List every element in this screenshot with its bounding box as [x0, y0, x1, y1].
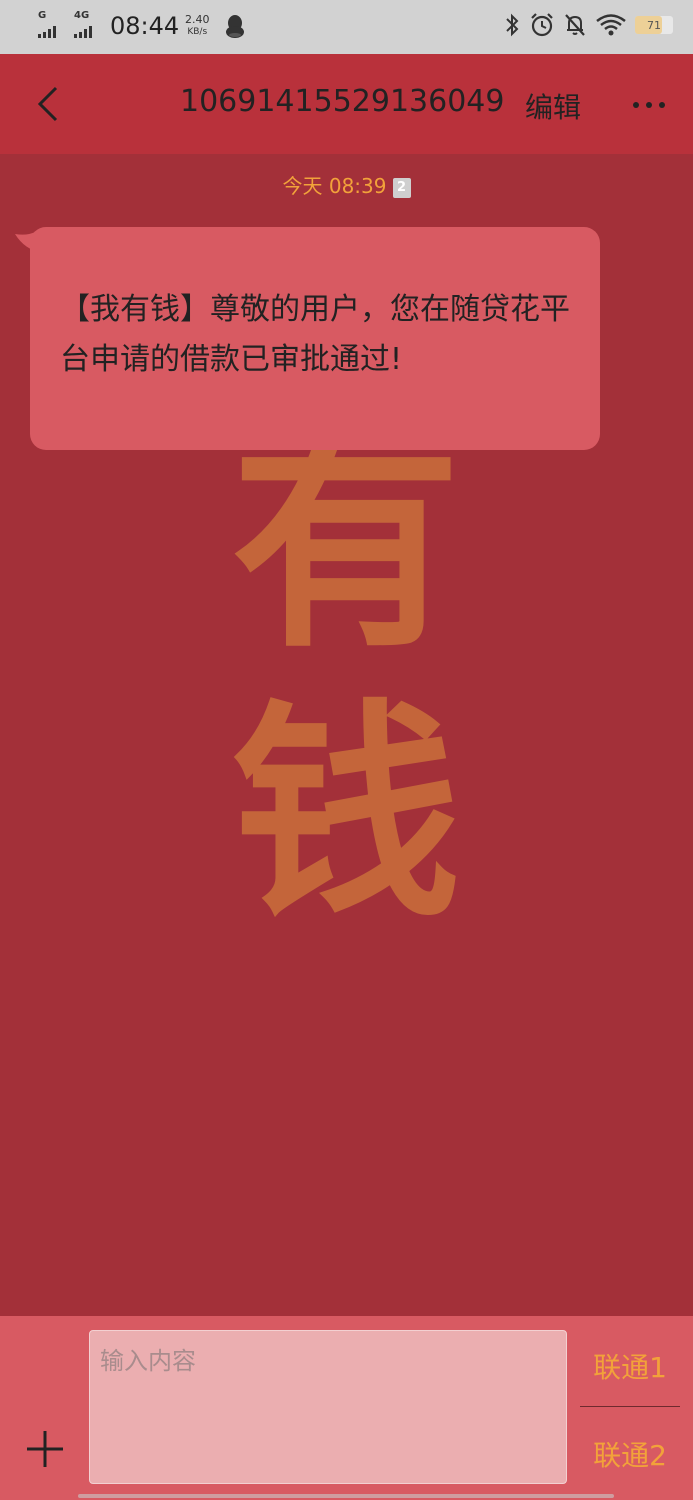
battery-icon: 71 [635, 16, 673, 34]
status-icons: 71 [503, 12, 673, 38]
signal-bars-icon [74, 26, 92, 38]
message-timestamp: 今天 08:39 2 [0, 170, 693, 199]
message-list[interactable]: 有 钱 今天 08:39 2 【我有钱】尊敬的用户，您在随贷花平台申请的借款已审批… [0, 154, 693, 1316]
message-bubble[interactable]: 【我有钱】尊敬的用户，您在随贷花平台申请的借款已审批通过! [30, 227, 600, 450]
bluetooth-icon [506, 13, 519, 37]
network-speed-unit: KB/s [187, 27, 208, 37]
compose-bar: 联通1 联通2 [0, 1316, 693, 1500]
signal-sim2: 4G [74, 10, 92, 38]
send-sim1-button[interactable]: 联通1 [580, 1346, 680, 1386]
wifi-icon [596, 14, 626, 36]
timestamp-text: 今天 08:39 [282, 174, 387, 198]
message-input[interactable] [89, 1330, 567, 1484]
edit-button[interactable]: 编辑 [525, 86, 581, 126]
message-text: 【我有钱】尊敬的用户，您在随贷花平台申请的借款已审批通过! [60, 292, 570, 377]
signal-bars-icon [38, 26, 56, 38]
clock: 08:44 [110, 12, 180, 40]
watermark-char: 钱 [231, 682, 461, 949]
alarm-icon [531, 13, 553, 37]
network-speed-value: 2.40 [185, 13, 210, 26]
qq-icon [226, 15, 244, 38]
conversation-header: 10691415529136049 编辑 [0, 54, 693, 154]
send-sim2-button[interactable]: 联通2 [580, 1434, 680, 1474]
watermark-char: 有 [231, 412, 461, 679]
status-bar: G 4G 08:44 2.40 KB/s 71 [0, 0, 693, 54]
home-indicator [78, 1494, 614, 1498]
contact-number: 10691415529136049 [180, 84, 505, 119]
network-type-sim2: 4G [74, 10, 90, 21]
signal-sim1: G [38, 10, 56, 38]
back-arrow-icon[interactable] [28, 82, 72, 126]
network-speed: 2.40 KB/s [185, 14, 210, 38]
more-icon[interactable] [628, 90, 672, 120]
plus-icon[interactable] [24, 1428, 66, 1470]
mute-icon [565, 14, 585, 36]
network-type-sim1: G [38, 10, 47, 21]
battery-level: 71 [647, 18, 661, 32]
sim-divider [580, 1406, 680, 1407]
sim-badge: 2 [392, 178, 411, 198]
